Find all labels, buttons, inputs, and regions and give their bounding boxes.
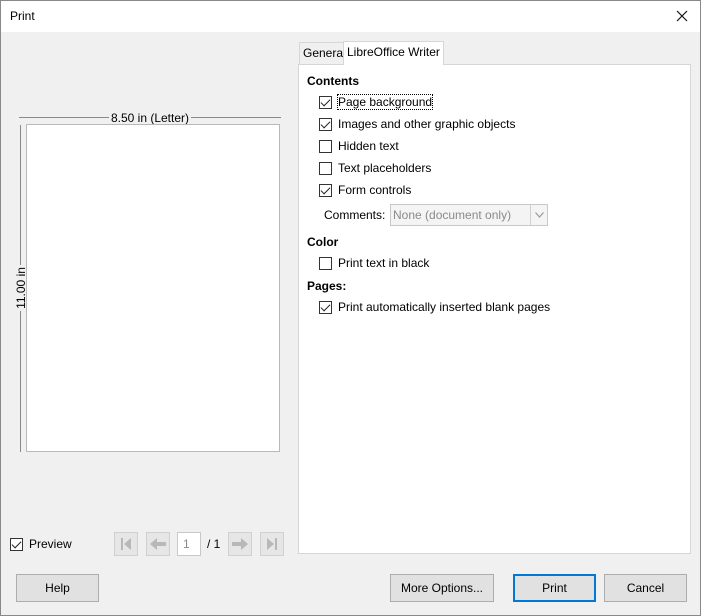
form-controls-label: Form controls (338, 183, 412, 197)
last-page-button[interactable] (260, 532, 284, 556)
last-page-icon (267, 538, 277, 550)
images-option[interactable]: Images and other graphic objects (319, 117, 515, 131)
hidden-text-label: Hidden text (338, 139, 399, 153)
print-dialog: Print 8.50 in (Letter) 11.00 in Preview … (0, 0, 701, 616)
text-placeholders-option[interactable]: Text placeholders (319, 161, 431, 175)
next-page-button[interactable] (228, 532, 252, 556)
hidden-text-checkbox[interactable] (319, 139, 332, 153)
tab-libreoffice-writer[interactable]: LibreOffice Writer (343, 41, 444, 65)
text-placeholders-checkbox[interactable] (319, 161, 332, 175)
next-page-icon (232, 538, 248, 550)
first-page-icon (121, 538, 131, 550)
more-options-button[interactable]: More Options... (390, 574, 494, 602)
close-button[interactable] (668, 2, 696, 30)
print-black-label: Print text in black (338, 256, 430, 270)
print-black-option[interactable]: Print text in black (319, 256, 429, 270)
page-preview (26, 124, 280, 452)
blank-pages-option[interactable]: Print automatically inserted blank pages (319, 300, 550, 314)
window-title: Print (10, 9, 35, 23)
page-background-label: Page background (336, 94, 434, 110)
help-button[interactable]: Help (16, 574, 99, 602)
text-placeholders-label: Text placeholders (338, 161, 432, 175)
form-controls-option[interactable]: Form controls (319, 183, 411, 197)
print-black-checkbox[interactable] (319, 256, 332, 270)
comments-select-value: None (document only) (393, 208, 512, 222)
page-number-input[interactable]: 1 (177, 532, 201, 556)
previous-page-button[interactable] (146, 532, 170, 556)
page-width-label: 8.50 in (Letter) (108, 111, 192, 125)
preview-checkbox[interactable] (10, 537, 23, 551)
blank-pages-label: Print automatically inserted blank pages (338, 300, 551, 314)
tab-general[interactable]: General (299, 42, 346, 64)
page-width-dimension: 8.50 in (Letter) (19, 111, 281, 125)
print-button[interactable]: Print (513, 574, 596, 602)
images-label: Images and other graphic objects (338, 117, 516, 131)
prev-page-icon (150, 538, 166, 550)
page-background-option[interactable]: Page background (319, 94, 434, 110)
preview-checkbox-row[interactable]: Preview (10, 537, 72, 551)
comments-label: Comments: (324, 208, 386, 222)
chevron-down-icon (530, 205, 547, 225)
page-total: / 1 (207, 537, 221, 551)
comments-select[interactable]: None (document only) (390, 204, 548, 226)
pages-heading: Pages: (307, 279, 347, 293)
title-bar: Print (1, 1, 700, 32)
form-controls-checkbox[interactable] (319, 183, 332, 197)
close-icon (676, 10, 688, 22)
cancel-button[interactable]: Cancel (604, 574, 687, 602)
hidden-text-option[interactable]: Hidden text (319, 139, 399, 153)
blank-pages-checkbox[interactable] (319, 300, 332, 314)
color-heading: Color (307, 235, 339, 249)
contents-heading: Contents (307, 74, 359, 88)
page-background-checkbox[interactable] (319, 95, 332, 109)
preview-label: Preview (29, 537, 72, 551)
first-page-button[interactable] (114, 532, 138, 556)
images-checkbox[interactable] (319, 117, 332, 131)
